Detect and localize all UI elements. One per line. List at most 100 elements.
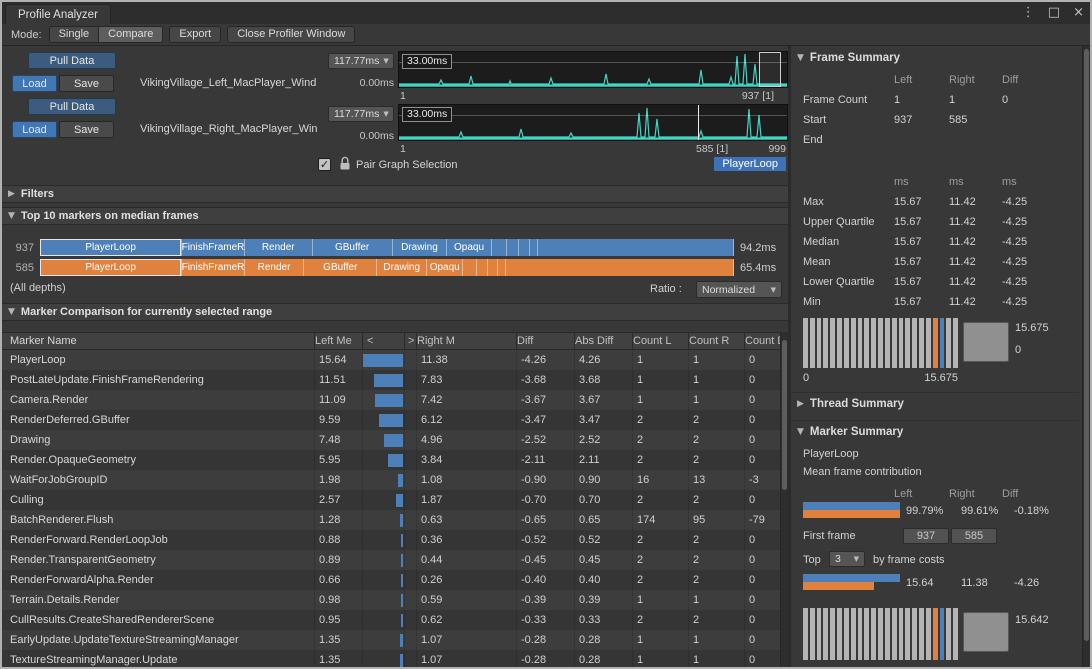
- table-row[interactable]: Terrain.Details.Render0.980.59-0.390.391…: [2, 590, 780, 610]
- table-row[interactable]: WaitForJobGroupID1.981.08-0.900.901613-3: [2, 470, 780, 490]
- marker-segment[interactable]: [519, 239, 529, 256]
- export-button[interactable]: Export: [169, 26, 221, 43]
- frame-summary-histogram[interactable]: [803, 318, 958, 368]
- table-row[interactable]: BatchRenderer.Flush1.280.63-0.650.651749…: [2, 510, 780, 530]
- comparison-section-header[interactable]: ▼ Marker Comparison for currently select…: [2, 303, 788, 321]
- right-pane: ▼ Frame Summary Left Right Diff Frame Co…: [791, 46, 1090, 669]
- histogram-bar: [837, 318, 842, 368]
- top10-row: 585PlayerLoopFinishFrameRRenderGBufferDr…: [2, 259, 788, 276]
- marker-segment[interactable]: [463, 259, 477, 276]
- table-row[interactable]: Culling2.571.87-0.700.70220: [2, 490, 780, 510]
- pull-data-right-button[interactable]: Pull Data: [28, 98, 116, 115]
- close-icon[interactable]: ×: [1073, 2, 1084, 24]
- column-header-count-delta[interactable]: Count D: [745, 333, 780, 349]
- cell-abs-diff: 0.33: [575, 610, 633, 630]
- marker-segment[interactable]: [530, 239, 538, 256]
- table-row[interactable]: PlayerLoop15.6411.38-4.264.26110: [2, 350, 780, 370]
- frame-time-graph-right[interactable]: 33.00ms: [398, 104, 788, 141]
- marker-segment[interactable]: GBuffer: [313, 239, 393, 256]
- column-header-left-bar[interactable]: <: [363, 333, 405, 349]
- marker-segment[interactable]: FinishFrameR: [182, 259, 244, 276]
- marker-segment[interactable]: [488, 259, 498, 276]
- marker-segment[interactable]: Opaqu: [447, 239, 491, 256]
- frame-summary-header[interactable]: ▼ Frame Summary: [797, 52, 900, 64]
- table-row[interactable]: Render.TransparentGeometry0.890.44-0.450…: [2, 550, 780, 570]
- chevron-down-icon: ▼: [854, 555, 859, 563]
- table-row[interactable]: RenderForwardAlpha.Render0.660.26-0.400.…: [2, 570, 780, 590]
- selection-line[interactable]: [698, 105, 699, 140]
- close-profiler-window-button[interactable]: Close Profiler Window: [227, 26, 355, 43]
- table-row[interactable]: Camera.Render11.097.42-3.673.67110: [2, 390, 780, 410]
- marker-segment[interactable]: [507, 239, 519, 256]
- column-header-left-median[interactable]: Left Me: [315, 333, 363, 349]
- marker-segment[interactable]: FinishFrameR: [182, 239, 244, 256]
- right-graph-scale-dropdown[interactable]: 117.77ms ▼: [328, 106, 394, 122]
- selection-region[interactable]: [759, 52, 781, 87]
- marker-threshold-line: [399, 62, 787, 63]
- marker-segment[interactable]: PlayerLoop: [40, 259, 182, 276]
- marker-summary-histogram[interactable]: [803, 608, 958, 660]
- table-row[interactable]: RenderDeferred.GBuffer9.596.12-3.473.472…: [2, 410, 780, 430]
- marker-segment[interactable]: Render: [245, 259, 305, 276]
- first-frame-right-button[interactable]: 585: [951, 528, 997, 544]
- histogram-max-value: 15.642: [1015, 614, 1049, 626]
- marker-segment[interactable]: [506, 259, 734, 276]
- column-header-diff[interactable]: Diff: [517, 333, 575, 349]
- column-header-count-right[interactable]: Count R: [689, 333, 745, 349]
- table-row[interactable]: Drawing7.484.96-2.522.52220: [2, 430, 780, 450]
- marker-segment[interactable]: Drawing: [393, 239, 448, 256]
- marker-segment[interactable]: [538, 239, 734, 256]
- cell-left-median: 1.28: [315, 510, 363, 530]
- thread-summary-header[interactable]: ▶ Thread Summary: [797, 398, 904, 410]
- column-header-right-bar[interactable]: >: [405, 333, 417, 349]
- comparison-body: PlayerLoop15.6411.38-4.264.26110PostLate…: [2, 350, 780, 669]
- column-header-abs-diff[interactable]: Abs Diff: [575, 333, 633, 349]
- load-right-button[interactable]: Load: [12, 121, 57, 138]
- top-n-dropdown[interactable]: 3 ▼: [829, 551, 865, 567]
- marker-segment[interactable]: PlayerLoop: [40, 239, 182, 256]
- marker-segment[interactable]: [492, 239, 507, 256]
- table-row[interactable]: PostLateUpdate.FinishFrameRendering11.51…: [2, 370, 780, 390]
- first-frame-left-button[interactable]: 937: [903, 528, 949, 544]
- table-row[interactable]: TextureStreamingManager.Update1.351.07-0…: [2, 650, 780, 669]
- marker-segment[interactable]: Render: [245, 239, 313, 256]
- marker-segment[interactable]: [498, 259, 506, 276]
- maximize-icon[interactable]: □: [1048, 2, 1060, 24]
- scrollbar-thumb[interactable]: [782, 340, 787, 490]
- marker-segment[interactable]: Opaqu: [427, 259, 463, 276]
- pair-graph-selection-checkbox[interactable]: ✓: [318, 158, 331, 171]
- load-left-button[interactable]: Load: [12, 75, 57, 92]
- save-left-button[interactable]: Save: [59, 75, 114, 92]
- mode-single-button[interactable]: Single: [49, 26, 100, 43]
- cell-count-delta: 0: [745, 570, 780, 590]
- vertical-scrollbar[interactable]: [780, 332, 788, 669]
- mode-compare-button[interactable]: Compare: [99, 26, 163, 43]
- table-row[interactable]: RenderForward.RenderLoopJob0.880.36-0.52…: [2, 530, 780, 550]
- table-row[interactable]: EarlyUpdate.UpdateTextureStreamingManage…: [2, 630, 780, 650]
- histogram-bar: [851, 318, 856, 368]
- save-right-button[interactable]: Save: [59, 121, 114, 138]
- marker-summary-header[interactable]: ▼ Marker Summary: [797, 426, 903, 438]
- frame-summary-stat-rows: Max15.6711.42-4.25Upper Quartile15.6711.…: [791, 192, 1079, 312]
- marker-segment[interactable]: GBuffer: [304, 259, 377, 276]
- selected-marker-chip[interactable]: PlayerLoop: [714, 157, 786, 171]
- tab-profile-analyzer[interactable]: Profile Analyzer: [5, 4, 111, 24]
- table-row[interactable]: Render.OpaqueGeometry5.953.84-2.112.1122…: [2, 450, 780, 470]
- cell-count-left: 2: [633, 450, 689, 470]
- table-row[interactable]: CullResults.CreateSharedRendererScene0.9…: [2, 610, 780, 630]
- ratio-dropdown[interactable]: Normalized ▼: [696, 281, 782, 298]
- top10-section-header[interactable]: ▼ Top 10 markers on median frames: [2, 207, 788, 225]
- column-header-right-median[interactable]: Right M: [417, 333, 517, 349]
- marker-segment[interactable]: [477, 259, 488, 276]
- column-header-marker-name[interactable]: Marker Name: [2, 333, 315, 349]
- left-graph-scale-dropdown[interactable]: 117.77ms ▼: [328, 53, 394, 69]
- filters-section-header[interactable]: ▶ Filters: [2, 185, 788, 203]
- scrollbar-thumb[interactable]: [1084, 49, 1089, 641]
- cell-count-delta: 0: [745, 430, 780, 450]
- menu-kebab-icon[interactable]: ⋮: [1022, 2, 1035, 24]
- marker-segment[interactable]: Drawing: [377, 259, 427, 276]
- frame-time-graph-left[interactable]: 33.00ms: [398, 51, 788, 88]
- pull-data-left-button[interactable]: Pull Data: [28, 52, 116, 69]
- vertical-scrollbar[interactable]: [1082, 46, 1090, 669]
- column-header-count-left[interactable]: Count L: [633, 333, 689, 349]
